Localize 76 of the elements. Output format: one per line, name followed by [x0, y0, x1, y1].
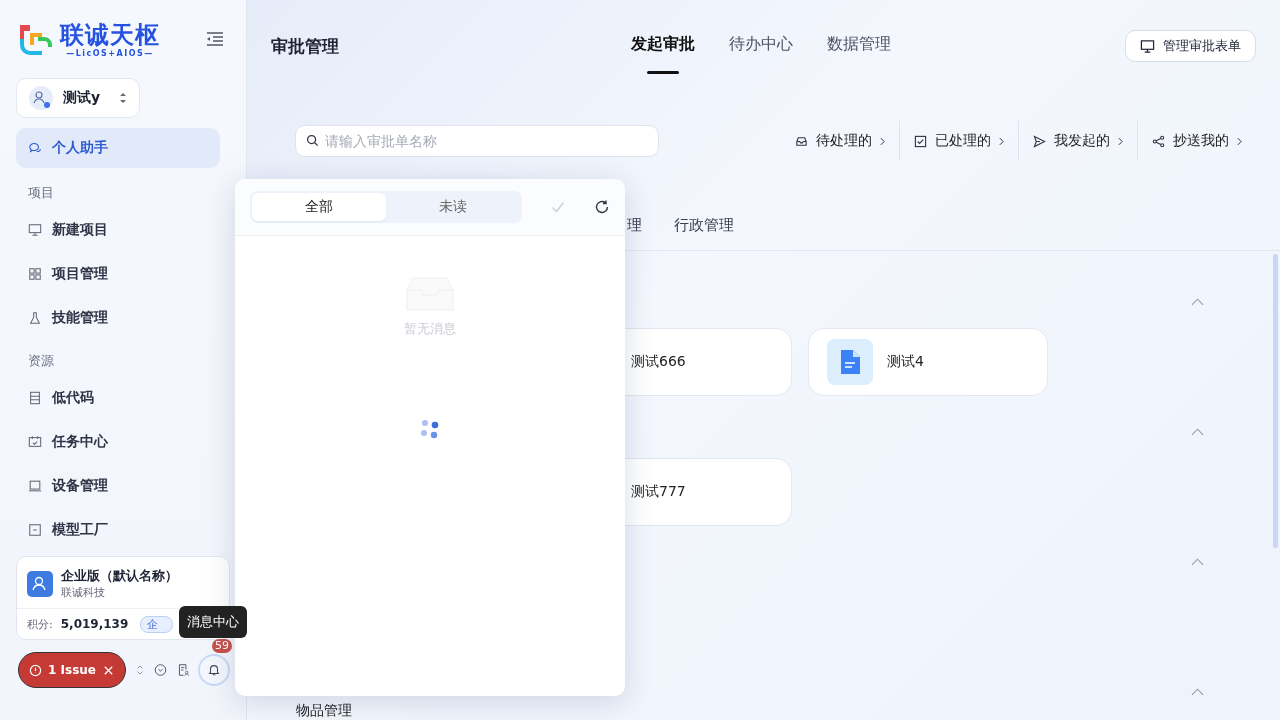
manage-forms-button[interactable]: 管理审批表单 [1125, 30, 1256, 62]
frame-icon [28, 523, 42, 537]
chevron-circle-icon[interactable] [154, 662, 168, 678]
share-icon [1152, 134, 1165, 148]
check-icon[interactable] [550, 199, 566, 215]
collapse-menu-icon[interactable] [206, 32, 224, 46]
sidebar-item[interactable]: 低代码 [16, 376, 220, 420]
flask-icon [28, 311, 42, 325]
bell-icon [207, 663, 221, 677]
sidebar-item[interactable]: 设备管理 [16, 464, 220, 508]
sidebar-item[interactable]: 技能管理 [16, 296, 220, 340]
filter-tab[interactable]: 未读 [386, 193, 520, 221]
send-icon [1033, 134, 1046, 148]
user-avatar-icon [29, 86, 53, 110]
chevron-right-icon [1118, 136, 1123, 146]
shortcut-link[interactable]: 已处理的 [899, 121, 1018, 161]
scrollbar[interactable] [1273, 254, 1278, 548]
collapse-chevron-icon[interactable] [1191, 558, 1204, 566]
card-label: 测试666 [631, 353, 686, 371]
shortcut-link[interactable]: 待处理的 [781, 121, 899, 161]
monitor-icon [1140, 38, 1155, 54]
form-card[interactable]: 测试4 [808, 328, 1048, 396]
document-user-icon[interactable] [177, 662, 190, 678]
plan-tag: 企 [140, 615, 174, 633]
sidebar-item[interactable]: 模型工厂 [16, 508, 220, 546]
monitor-icon [28, 223, 42, 237]
calendar-icon [28, 435, 42, 449]
loading-spinner-icon [419, 418, 441, 440]
org-company: 联诚科技 [61, 585, 106, 600]
sort-icon [119, 92, 127, 104]
sidebar-item[interactable]: 任务中心 [16, 420, 220, 464]
grid-icon [28, 267, 42, 281]
chevron-right-icon [880, 136, 885, 146]
card-label: 测试777 [631, 483, 686, 501]
alert-icon [29, 663, 42, 677]
header-tab[interactable]: 待办中心 [729, 0, 793, 91]
chevron-right-icon [1237, 136, 1242, 146]
issue-button[interactable]: 1 Issue [18, 652, 126, 688]
section-title: 物品管理 [296, 702, 352, 718]
chat-icon [28, 141, 42, 155]
inbox-icon [795, 134, 808, 148]
collapse-chevron-icon[interactable] [1191, 428, 1204, 436]
laptop-icon [28, 479, 42, 493]
points-label: 积分: [27, 616, 53, 632]
category-tab[interactable]: 行政管理 [674, 215, 734, 235]
tooltip: 消息中心 [179, 606, 247, 638]
assistant-menu-item[interactable]: 个人助手 [16, 128, 220, 168]
filter-tab[interactable]: 全部 [252, 193, 386, 221]
header-tab[interactable]: 发起审批 [631, 0, 695, 94]
header-tab[interactable]: 数据管理 [827, 0, 891, 91]
checkbox-icon [914, 134, 927, 148]
shortcut-link[interactable]: 我发起的 [1018, 121, 1137, 161]
notification-count: 59 [212, 639, 232, 653]
refresh-icon[interactable] [594, 199, 610, 215]
logo-tagline: —LicOS+AIOS— [66, 48, 154, 58]
menu-group-title: 资源 [27, 352, 55, 370]
chevron-right-icon [999, 136, 1004, 146]
collapse-chevron-icon[interactable] [1191, 688, 1204, 696]
search-icon [306, 134, 319, 147]
user-switcher[interactable]: 测试y [16, 78, 140, 118]
org-name: 企业版（默认名称） [61, 567, 178, 585]
search-field[interactable]: 请输入审批单名称 [295, 125, 659, 157]
document-icon [827, 339, 873, 385]
page-title: 审批管理 [271, 34, 340, 58]
category-tab[interactable]: 理 [627, 215, 642, 235]
sidebar-item[interactable]: 项目管理 [16, 252, 220, 296]
logo-name: 联诚天枢 [60, 20, 160, 49]
notification-button[interactable] [198, 654, 230, 686]
document-icon [28, 391, 42, 405]
points-value: 5,019,139 [60, 617, 129, 631]
collapse-chevron-icon[interactable] [1191, 298, 1204, 306]
card-label: 测试4 [887, 353, 924, 371]
shortcut-link[interactable]: 抄送我的 [1137, 121, 1256, 161]
org-avatar-icon [27, 570, 53, 597]
menu-group-title: 项目 [27, 184, 55, 202]
sidebar-item[interactable]: 新建项目 [16, 208, 220, 252]
